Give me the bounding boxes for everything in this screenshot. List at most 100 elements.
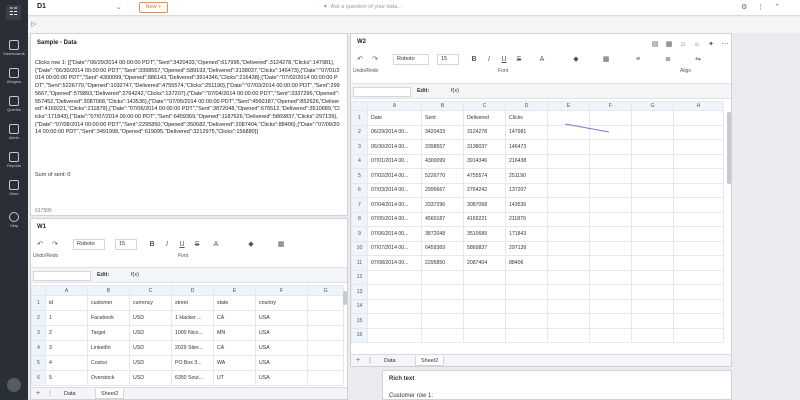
- corner-cell[interactable]: [351, 101, 368, 111]
- more-vertical-icon[interactable]: ⋯: [720, 40, 730, 50]
- cell[interactable]: 07/03/2014 00...: [367, 182, 422, 198]
- undo-icon[interactable]: ↶: [35, 240, 45, 250]
- column-header[interactable]: E: [547, 101, 590, 111]
- cell[interactable]: [631, 298, 674, 314]
- cell[interactable]: 07/02/2014 00...: [367, 168, 422, 184]
- cell[interactable]: 297139: [505, 240, 548, 256]
- cell[interactable]: [631, 211, 674, 227]
- cell[interactable]: 1: [45, 310, 88, 326]
- cell[interactable]: [463, 327, 506, 343]
- cell[interactable]: 3420433: [421, 124, 464, 140]
- cell[interactable]: [673, 226, 724, 242]
- cell[interactable]: [589, 211, 632, 227]
- row-header[interactable]: 7: [351, 197, 368, 213]
- wrap-text-icon[interactable]: ⇋: [693, 55, 703, 65]
- italic-button[interactable]: I: [162, 240, 172, 250]
- cell[interactable]: [421, 298, 464, 314]
- borders-icon[interactable]: ▦: [601, 55, 611, 65]
- cell[interactable]: [307, 295, 344, 311]
- cell[interactable]: 211879: [505, 211, 548, 227]
- cell[interactable]: [589, 269, 632, 285]
- cell[interactable]: 5226770: [421, 168, 464, 184]
- cell-reference-input[interactable]: [33, 271, 91, 281]
- cell[interactable]: UT: [213, 370, 256, 386]
- cell[interactable]: [631, 226, 674, 242]
- cell[interactable]: Delivered: [463, 110, 506, 126]
- row-header[interactable]: 12: [351, 269, 368, 285]
- cell[interactable]: 5869837: [463, 240, 506, 256]
- column-header[interactable]: C: [463, 101, 506, 111]
- cell[interactable]: 6350 Sout...: [171, 370, 214, 386]
- cell[interactable]: 06/30/2014 00...: [367, 139, 422, 155]
- cell[interactable]: 07/04/2014 00...: [367, 197, 422, 213]
- add-sheet-icon[interactable]: +: [36, 390, 40, 397]
- excel-icon[interactable]: ▤: [650, 40, 660, 50]
- gear-icon[interactable]: ✦: [706, 40, 716, 50]
- cell[interactable]: USD: [129, 340, 172, 356]
- cell[interactable]: [367, 269, 422, 285]
- add-sheet-icon[interactable]: +: [356, 357, 360, 364]
- cell[interactable]: id: [45, 295, 88, 311]
- cell[interactable]: [547, 269, 590, 285]
- chevron-down-icon[interactable]: ⌄: [116, 3, 122, 11]
- text-color-icon[interactable]: A: [537, 55, 547, 65]
- align-vertical-icon[interactable]: ≣: [663, 55, 673, 65]
- row-header[interactable]: 4: [31, 340, 46, 356]
- row-header[interactable]: 3: [351, 139, 368, 155]
- cell[interactable]: 07/05/2014 00...: [367, 211, 422, 227]
- cell[interactable]: 146473: [505, 139, 548, 155]
- cell[interactable]: state: [213, 295, 256, 311]
- cell[interactable]: [505, 284, 548, 300]
- column-header[interactable]: E: [213, 285, 256, 296]
- cell[interactable]: [631, 153, 674, 169]
- row-header[interactable]: 5: [351, 168, 368, 184]
- cell[interactable]: [367, 284, 422, 300]
- font-size-select[interactable]: 15: [115, 239, 137, 250]
- row-header[interactable]: 14: [351, 298, 368, 314]
- cell[interactable]: [307, 340, 344, 356]
- column-header[interactable]: D: [171, 285, 214, 296]
- underline-button[interactable]: U: [499, 55, 509, 65]
- cell[interactable]: [367, 313, 422, 329]
- cell[interactable]: 137207: [505, 182, 548, 198]
- cell[interactable]: [367, 327, 422, 343]
- cell[interactable]: Target: [87, 325, 130, 341]
- cell[interactable]: [631, 327, 674, 343]
- cell[interactable]: [463, 269, 506, 285]
- cell[interactable]: Overstock: [87, 370, 130, 386]
- align-left-icon[interactable]: ≡: [633, 55, 643, 65]
- cell[interactable]: 2: [45, 325, 88, 341]
- nav-queries[interactable]: Queries: [0, 96, 28, 112]
- cell[interactable]: 1 Hacker ...: [171, 310, 214, 326]
- column-header[interactable]: H: [673, 101, 724, 111]
- fill-color-icon[interactable]: ◆: [571, 55, 581, 65]
- cell[interactable]: 4: [45, 355, 88, 371]
- cell[interactable]: [589, 182, 632, 198]
- cell[interactable]: Sent: [421, 110, 464, 126]
- cell[interactable]: 3: [45, 340, 88, 356]
- cell[interactable]: CA: [213, 310, 256, 326]
- cell[interactable]: [673, 139, 724, 155]
- cell[interactable]: [421, 313, 464, 329]
- cell[interactable]: 06/29/2014 00...: [367, 124, 422, 140]
- cell[interactable]: PO Box 3...: [171, 355, 214, 371]
- cell[interactable]: [463, 298, 506, 314]
- more-vertical-icon[interactable]: ⋮: [757, 4, 764, 11]
- cell[interactable]: 2029 Stier...: [171, 340, 214, 356]
- cell[interactable]: [307, 325, 344, 341]
- vertical-scrollbar[interactable]: [727, 112, 731, 184]
- undo-icon[interactable]: ↶: [355, 55, 365, 65]
- sheet-menu-icon[interactable]: ⋮: [367, 357, 373, 364]
- settings-icon[interactable]: ⚙: [741, 4, 747, 11]
- cell[interactable]: [673, 182, 724, 198]
- cell[interactable]: USA: [255, 355, 308, 371]
- cell[interactable]: [589, 255, 632, 271]
- cell[interactable]: [547, 298, 590, 314]
- cell[interactable]: [589, 284, 632, 300]
- cell[interactable]: 88406: [505, 255, 548, 271]
- bold-button[interactable]: B: [147, 240, 157, 250]
- play-icon[interactable]: ▷: [31, 20, 36, 28]
- cell[interactable]: [589, 313, 632, 329]
- lock-icon[interactable]: ⌂: [678, 40, 688, 50]
- column-header[interactable]: C: [129, 285, 172, 296]
